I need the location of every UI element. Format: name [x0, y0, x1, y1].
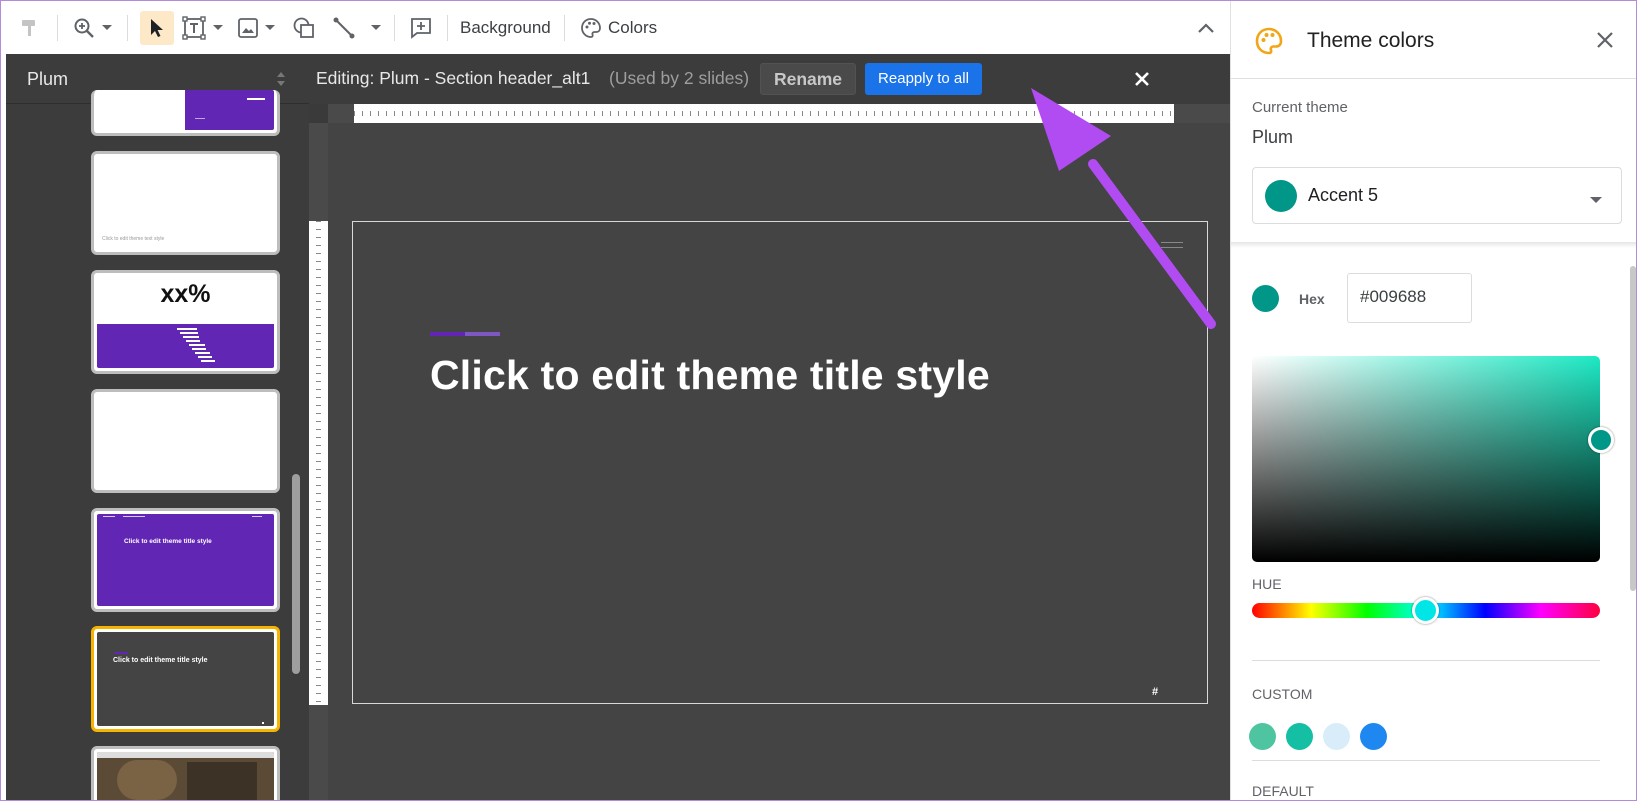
text-box-icon[interactable] [179, 13, 209, 43]
selected-color-name: Accent 5 [1308, 185, 1379, 205]
annotation-arrow-icon [1031, 88, 1216, 329]
panel-divider [1252, 760, 1600, 761]
slide-number-placeholder[interactable]: # [1152, 686, 1158, 698]
line-icon[interactable] [329, 13, 359, 43]
hex-color-preview [1252, 285, 1279, 312]
toolbar: Background Colors [1, 1, 1229, 54]
collapse-toolbar-icon[interactable] [1191, 13, 1221, 43]
palette-icon[interactable] [576, 13, 606, 43]
select-tool-icon[interactable] [140, 11, 174, 45]
section-shadow [1231, 242, 1636, 248]
close-panel-icon[interactable] [1594, 29, 1616, 51]
background-button[interactable]: Background [460, 18, 551, 38]
reapply-to-all-button[interactable]: Reapply to all [865, 63, 982, 95]
layouts-scrollbar[interactable] [292, 474, 300, 674]
custom-colors-label: CUSTOM [1252, 686, 1313, 702]
panel-scrollbar[interactable] [1630, 266, 1636, 591]
panel-title: Theme colors [1307, 29, 1435, 52]
app-window: Background Colors Plum Click to edit the… [0, 0, 1637, 801]
editing-layout-label: Editing: Plum - Section header_alt1 [316, 68, 591, 88]
toolbar-divider [447, 15, 448, 41]
layouts-panel: Plum Click to edit theme text style xx% … [6, 54, 309, 800]
chevron-down-icon [1589, 192, 1603, 203]
theme-name: Plum [27, 69, 69, 89]
palette-icon [1255, 27, 1283, 55]
custom-color-swatch[interactable] [1323, 723, 1350, 750]
hex-input[interactable]: #009688 [1347, 273, 1472, 323]
colors-button[interactable]: Colors [608, 18, 657, 38]
image-icon[interactable] [233, 13, 263, 43]
line-dropdown-icon[interactable] [367, 13, 385, 43]
current-theme-label: Current theme [1252, 99, 1348, 116]
zoom-icon[interactable] [69, 13, 99, 43]
layout-thumbnail[interactable]: xx% [91, 270, 280, 374]
layout-thumbnail[interactable]: Click to edit theme text style [91, 151, 280, 255]
shape-icon[interactable] [289, 13, 319, 43]
toolbar-divider [564, 15, 565, 41]
hue-label: HUE [1252, 576, 1282, 592]
toolbar-divider [57, 15, 58, 41]
custom-color-swatch[interactable] [1360, 723, 1387, 750]
add-comment-icon[interactable] [406, 13, 436, 43]
layout-thumbnail[interactable] [91, 389, 280, 493]
hex-label: Hex [1299, 291, 1325, 307]
panel-divider [1252, 660, 1600, 661]
current-theme-value: Plum [1252, 127, 1294, 147]
saturation-picker[interactable] [1252, 356, 1614, 562]
slide-title-placeholder[interactable]: Click to edit theme title style [430, 352, 990, 399]
theme-sort-icon[interactable] [275, 69, 287, 89]
image-dropdown-icon[interactable] [261, 13, 279, 43]
hue-slider[interactable] [1252, 597, 1600, 624]
zoom-dropdown-icon[interactable] [98, 13, 116, 43]
saturation-handle[interactable] [1588, 427, 1614, 453]
panel-divider [1231, 78, 1636, 79]
custom-color-swatch[interactable] [1249, 723, 1276, 750]
paint-format-icon[interactable] [14, 13, 44, 43]
layout-thumbnail-selected[interactable]: Click to edit theme title style [91, 626, 280, 732]
default-colors-label: DEFAULT [1252, 783, 1314, 799]
rename-button[interactable]: Rename [760, 63, 856, 95]
layout-thumbnail[interactable] [91, 90, 280, 136]
hue-slider-handle[interactable] [1412, 597, 1439, 624]
layout-thumbnail[interactable]: Click to edit theme title style [91, 508, 280, 612]
custom-color-swatch[interactable] [1286, 723, 1313, 750]
toolbar-divider [394, 15, 395, 41]
toolbar-divider [127, 15, 128, 41]
accent-color-swatch [1265, 180, 1297, 212]
text-box-dropdown-icon[interactable] [209, 13, 227, 43]
theme-colors-panel: Theme colors Current theme Plum Accent 5… [1230, 1, 1636, 800]
title-accent-bar [430, 332, 500, 336]
vertical-ruler [309, 123, 328, 800]
layout-thumbnail[interactable] [91, 746, 280, 800]
used-by-label: (Used by 2 slides) [609, 68, 750, 88]
theme-color-select[interactable]: Accent 5 [1252, 167, 1622, 224]
